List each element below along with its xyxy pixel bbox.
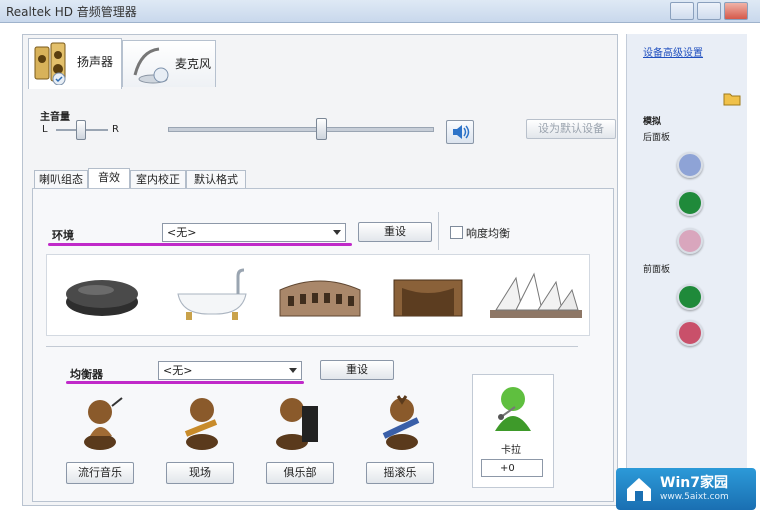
- karaoke-label: 卡拉: [501, 445, 521, 456]
- front-jack-green[interactable]: [677, 284, 703, 310]
- title-bar: Realtek HD 音频管理器: [0, 0, 760, 23]
- analog-label: 模拟: [643, 117, 662, 127]
- preset-club-button[interactable]: 俱乐部: [266, 462, 334, 484]
- front-jack-pink[interactable]: [677, 320, 703, 346]
- karaoke-singer-icon: [495, 387, 531, 431]
- equalizer-label: 均衡器: [70, 368, 103, 381]
- mute-button[interactable]: [446, 120, 474, 144]
- tab-speaker-config[interactable]: 喇叭组态: [34, 170, 88, 189]
- speaker-icon: [34, 42, 66, 85]
- karaoke-value-field[interactable]: +0: [481, 459, 543, 477]
- volume-track: [168, 127, 434, 132]
- chevron-down-icon: [289, 368, 297, 373]
- colosseum-icon: [279, 280, 361, 317]
- microphone-icon: [133, 47, 169, 84]
- advanced-settings-link[interactable]: 设备高级设置: [643, 44, 703, 59]
- preset-rock-button[interactable]: 摇滚乐: [366, 462, 434, 484]
- env-colosseum[interactable]: [266, 256, 374, 328]
- environment-selected: <无>: [167, 226, 197, 239]
- tab-speakers-label: 扬声器: [77, 55, 114, 69]
- equalizer-reset-button[interactable]: 重设: [320, 360, 394, 380]
- set-default-device-button[interactable]: 设为默认设备: [526, 119, 616, 139]
- tab-microphone-label: 麦克风: [175, 57, 212, 71]
- watermark-badge: Win7家园 www.5aixt.com: [616, 468, 756, 510]
- folder-icon[interactable]: [723, 90, 741, 106]
- connector-panel: 设备高级设置 模拟 后面板 前面板: [626, 34, 747, 504]
- env-hall[interactable]: [374, 256, 482, 328]
- preset-pop-button[interactable]: 流行音乐: [66, 462, 134, 484]
- watermark-url: www.5aixt.com: [660, 492, 729, 502]
- bathtub-icon: [177, 268, 247, 320]
- window-title: Realtek HD 音频管理器: [6, 5, 137, 19]
- house-logo-icon: [627, 478, 651, 501]
- volume-slider-thumb[interactable]: [316, 118, 327, 140]
- environment-highlight-underline: [48, 243, 352, 246]
- rear-panel-label: 后面板: [643, 133, 671, 143]
- balance-right-label: R: [112, 124, 119, 135]
- master-volume-label: 主音量: [40, 112, 70, 123]
- close-button[interactable]: [724, 2, 748, 20]
- equalizer-selected: <无>: [163, 364, 193, 377]
- loudness-checkbox[interactable]: [450, 226, 463, 239]
- tab-speakers[interactable]: 扬声器: [28, 38, 122, 89]
- pop-singer-icon: [84, 397, 123, 450]
- rear-jack-green[interactable]: [677, 190, 703, 216]
- divider: [46, 346, 578, 347]
- preset-live-button[interactable]: 现场: [166, 462, 234, 484]
- speaker-volume-icon: [453, 125, 470, 139]
- loudness-label: 响度均衡: [466, 227, 510, 240]
- club-pianist-icon: [276, 398, 318, 450]
- tab-default-format[interactable]: 默认格式: [186, 170, 246, 189]
- environment-label: 环境: [52, 229, 74, 242]
- env-stone[interactable]: [48, 256, 156, 328]
- balance-slider-thumb[interactable]: [76, 120, 86, 140]
- watermark-title: Win7家园: [660, 475, 728, 491]
- env-bathroom[interactable]: [158, 256, 266, 328]
- maximize-button[interactable]: [697, 2, 721, 20]
- rock-guitarist-icon: [382, 395, 420, 450]
- tab-room-correction[interactable]: 室内校正: [130, 170, 186, 189]
- opera-house-icon: [490, 272, 582, 318]
- environment-reset-button[interactable]: 重设: [358, 222, 432, 242]
- stone-icon: [66, 280, 138, 316]
- front-panel-label: 前面板: [643, 265, 671, 275]
- tab-sound-effects[interactable]: 音效: [88, 168, 130, 189]
- live-guitarist-icon: [184, 398, 218, 450]
- equalizer-dropdown[interactable]: <无>: [158, 361, 302, 380]
- tab-microphone[interactable]: 麦克风: [122, 40, 216, 87]
- chevron-down-icon: [333, 230, 341, 235]
- divider: [438, 212, 439, 250]
- minimize-button[interactable]: [670, 2, 694, 20]
- environment-dropdown[interactable]: <无>: [162, 223, 346, 242]
- karaoke-panel: 卡拉 +0: [472, 374, 554, 488]
- equalizer-highlight-underline: [66, 381, 304, 384]
- rear-jack-pink[interactable]: [677, 228, 703, 254]
- balance-left-label: L: [42, 124, 48, 135]
- hall-icon: [393, 279, 463, 317]
- rear-jack-blue[interactable]: [677, 152, 703, 178]
- env-opera-house[interactable]: [482, 256, 590, 328]
